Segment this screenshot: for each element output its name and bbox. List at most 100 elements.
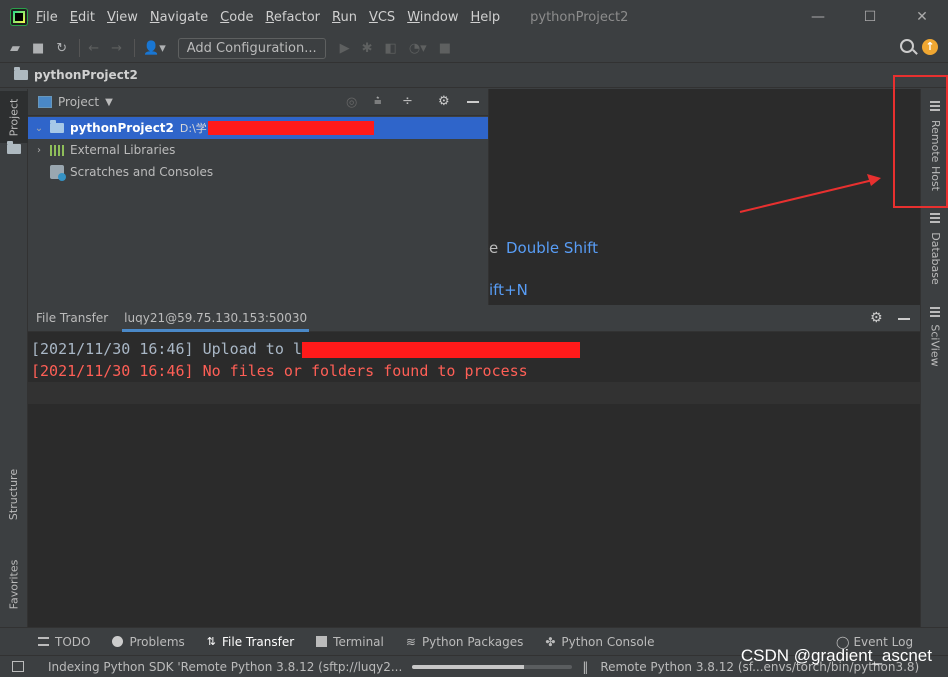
maximize-button[interactable]: ☐ [844, 0, 896, 34]
python-console-tab[interactable]: ✤ Python Console [545, 635, 654, 649]
menu-navigate[interactable]: Navigate [150, 10, 208, 25]
tree-item-project-root[interactable]: ⌄ pythonProject2 D:\学习 [28, 117, 488, 139]
scratches-icon [50, 165, 66, 181]
redaction-mark [301, 341, 580, 358]
chevron-down-icon[interactable]: ▼ [105, 97, 113, 108]
stop-icon[interactable]: ■ [439, 41, 451, 56]
transfer-arrows-icon: ⇅ [206, 635, 216, 648]
layers-icon: ≋ [405, 634, 416, 649]
folder-icon [14, 67, 28, 80]
menu-edit[interactable]: Edit [70, 10, 95, 25]
folder-icon [50, 120, 64, 133]
project-tool-tab[interactable]: Project [0, 91, 28, 143]
pause-icon[interactable]: ‖ [582, 660, 588, 674]
terminal-tab-label: Terminal [333, 634, 384, 649]
sciview-tool-tab[interactable]: SciView [921, 319, 948, 371]
hide-panel-icon[interactable] [898, 318, 910, 320]
problems-tab-label: Problems [129, 634, 185, 649]
pycharm-logo-icon [10, 8, 28, 26]
problems-tab[interactable]: Problems [112, 634, 185, 649]
save-icon[interactable]: ■ [32, 41, 44, 56]
log-line: [2021/11/30 16:46] No files or folders f… [28, 360, 920, 382]
menu-view[interactable]: View [107, 10, 138, 25]
hint-text: e [489, 239, 499, 257]
watermark: CSDN @gradient_ascnet [740, 646, 932, 665]
structure-tab-label: Structure [7, 468, 21, 520]
favorites-tool-tab[interactable]: Favorites [0, 544, 28, 624]
terminal-tab[interactable]: Terminal [316, 635, 384, 649]
toggle-tool-windows-icon[interactable] [12, 661, 24, 672]
breadcrumb: pythonProject2 [0, 62, 948, 88]
sync-icon[interactable]: ↻ [56, 41, 67, 56]
indexing-status[interactable]: Indexing Python SDK 'Remote Python 3.8.1… [48, 660, 402, 674]
forward-arrow-icon[interactable]: → [111, 41, 122, 56]
annotation-arrow [739, 174, 881, 213]
project-tab-label: Project [7, 98, 21, 136]
menu-run[interactable]: Run [332, 10, 357, 25]
profile-icon[interactable]: ◔▾ [409, 41, 427, 56]
python-console-tab-label: Python Console [561, 634, 655, 649]
current-line-highlight [28, 382, 920, 404]
chevron-down-icon[interactable]: ⌄ [32, 123, 46, 134]
python-packages-tab-label: Python Packages [421, 634, 524, 649]
add-configuration-button[interactable]: Add Configuration... [177, 37, 326, 59]
tree-item-scratches[interactable]: Scratches and Consoles [28, 161, 488, 183]
file-transfer-title: File Transfer [36, 310, 109, 325]
title-bar: File Edit View Navigate Code Refactor Ru… [0, 0, 948, 34]
collapse-all-icon[interactable]: ⩮ [374, 94, 382, 109]
file-transfer-tab[interactable]: ⇅ File Transfer [207, 635, 294, 649]
open-folder-icon[interactable]: ▰ [10, 41, 20, 56]
favorites-tab-label: Favorites [7, 559, 21, 609]
log-text: Upload to l [202, 340, 302, 358]
hide-panel-icon[interactable] [467, 101, 479, 103]
file-transfer-header: File Transfer luqy21@59.75.130.153:50030… [28, 305, 920, 332]
back-arrow-icon[interactable]: ← [88, 41, 99, 56]
run-icon[interactable]: ▶ [340, 41, 350, 56]
menu-bar: File Edit View Navigate Code Refactor Ru… [36, 10, 512, 25]
breadcrumb-project[interactable]: pythonProject2 [34, 68, 138, 82]
window-title: pythonProject2 [530, 9, 629, 25]
search-icon[interactable] [900, 39, 914, 53]
menu-window[interactable]: Window [407, 10, 458, 25]
main-toolbar: ▰ ■ ↻ ← → 👤▾ Add Configuration... ▶ ✱ ◧ … [0, 34, 948, 62]
tab-remote-connection[interactable]: luqy21@59.75.130.153:50030 [122, 305, 310, 332]
menu-file[interactable]: File [36, 10, 58, 25]
indexing-progress-bar [412, 664, 573, 669]
menu-code[interactable]: Code [220, 10, 253, 25]
locate-icon[interactable]: ◎ [346, 95, 357, 110]
project-panel-header: Project ▼ ◎ ⩮ ÷ ⚙ [28, 89, 488, 116]
list-icon [38, 637, 49, 646]
database-tab-label: Database [928, 231, 942, 285]
coverage-icon[interactable]: ◧ [385, 41, 397, 56]
toolbar-divider [79, 39, 81, 57]
tree-item-external-libraries[interactable]: › External Libraries [28, 139, 488, 161]
menu-refactor[interactable]: Refactor [265, 10, 320, 25]
chevron-right-icon[interactable]: › [32, 145, 46, 156]
user-dropdown-icon[interactable]: 👤▾ [143, 41, 166, 56]
structure-tool-tab[interactable]: Structure [0, 454, 28, 534]
tree-item-label: pythonProject2 [70, 121, 174, 135]
menu-help[interactable]: Help [470, 10, 500, 25]
sciview-tab-label: SciView [928, 323, 942, 367]
close-button[interactable]: ✕ [896, 0, 948, 34]
python-packages-tab[interactable]: ≋ Python Packages [406, 635, 523, 649]
problems-icon [112, 636, 124, 647]
sciview-icon [921, 305, 948, 319]
database-icon [921, 211, 948, 225]
todo-tab-label: TODO [55, 634, 91, 649]
expand-all-icon[interactable]: ÷ [402, 94, 413, 109]
database-tool-tab[interactable]: Database [921, 227, 948, 289]
project-view-dropdown[interactable]: Project [58, 95, 99, 109]
todo-tab[interactable]: TODO [38, 635, 90, 649]
menu-vcs[interactable]: VCS [369, 10, 395, 25]
file-transfer-panel: File Transfer luqy21@59.75.130.153:50030… [28, 305, 920, 627]
terminal-icon [316, 636, 328, 647]
debug-icon[interactable]: ✱ [362, 41, 373, 56]
gear-icon[interactable]: ⚙ [870, 310, 883, 326]
redaction-mark [207, 121, 374, 135]
project-view-icon [38, 96, 52, 108]
gear-icon[interactable]: ⚙ [438, 94, 450, 109]
update-icon[interactable]: ↑ [922, 39, 938, 55]
file-transfer-tab-label: File Transfer [222, 634, 295, 649]
minimize-button[interactable]: — [792, 0, 844, 34]
